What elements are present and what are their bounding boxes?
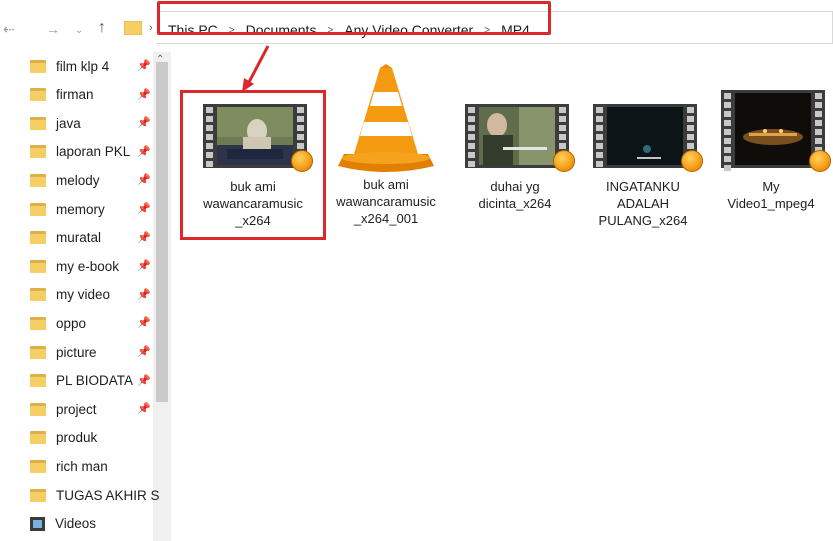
file-name-line: wawancaramusic (336, 194, 436, 209)
sidebar-item-label: my video (56, 287, 111, 303)
breadcrumb-highlight-box (157, 1, 551, 35)
sidebar-item-film-klp-4[interactable]: film klp 4 📌 (30, 52, 170, 80)
sidebar-item-label: project (56, 401, 97, 417)
folder-icon (30, 231, 46, 245)
forward-arrow-icon[interactable]: → (46, 20, 60, 38)
file-highlight-box (180, 90, 326, 240)
folder-icon (30, 202, 46, 216)
file-item-my-video1-mpeg4[interactable]: My Video1_mpeg4 (706, 88, 833, 212)
pin-icon[interactable]: 📌 (137, 316, 151, 329)
sidebar-item-laporan-pkl[interactable]: laporan PKL 📌 (30, 138, 170, 166)
pin-icon[interactable]: 📌 (137, 88, 151, 101)
sidebar-item-java[interactable]: java 📌 (30, 109, 170, 137)
pin-icon[interactable]: 📌 (137, 202, 151, 215)
videos-library-icon (30, 516, 45, 531)
folder-icon (30, 402, 46, 416)
pin-icon[interactable]: 📌 (137, 402, 151, 415)
folder-icon (30, 316, 46, 330)
pin-icon[interactable]: 📌 (137, 231, 151, 244)
sidebar-item-label: java (56, 115, 81, 131)
sidebar-item-my-e-book[interactable]: my e-book 📌 (30, 252, 170, 280)
sidebar-item-muratal[interactable]: muratal 📌 (30, 224, 170, 252)
sidebar-item-melody[interactable]: melody 📌 (30, 166, 170, 194)
pin-icon[interactable]: 📌 (137, 173, 151, 186)
sidebar-item-videos[interactable]: Videos (30, 510, 170, 538)
chevron-right-icon[interactable]: › (149, 22, 153, 34)
sidebar-item-label: melody (56, 172, 100, 188)
file-name-line: buk ami (363, 177, 409, 192)
sidebar-item-project[interactable]: project 📌 (30, 395, 170, 423)
folder-icon (30, 374, 46, 388)
sidebar-item-firman[interactable]: firman 📌 (30, 81, 170, 109)
sidebar-item-produk[interactable]: produk (30, 424, 170, 452)
file-name-line: dicinta_x264 (478, 196, 552, 211)
pin-icon[interactable]: 📌 (137, 59, 151, 72)
back-arrow-icon[interactable]: ⇠ (3, 20, 15, 38)
sidebar-item-label: muratal (56, 230, 102, 246)
file-name-line: duhai yg (490, 179, 540, 194)
file-name-line: PULANG_x264 (598, 213, 688, 228)
vlc-cone-icon (326, 62, 446, 174)
sidebar-item-label: laporan PKL (56, 144, 131, 160)
sidebar-item-label: produk (56, 430, 98, 446)
sidebar-item-label: memory (56, 201, 105, 217)
recent-locations-chevron-icon[interactable]: ⌄ (75, 22, 83, 40)
file-name-line: ADALAH (616, 196, 670, 211)
file-name-line: Video1_mpeg4 (727, 196, 815, 211)
sidebar-item-label: rich man (56, 458, 108, 474)
folder-icon (30, 459, 46, 473)
sidebar-item-label: Videos (55, 516, 97, 532)
file-name-line: _x264_001 (353, 211, 419, 226)
folder-icon (30, 88, 46, 102)
sidebar-item-label: TUGAS AKHIR S (56, 487, 160, 503)
folder-icon (30, 259, 46, 273)
pin-icon[interactable]: 📌 (137, 116, 151, 129)
folder-icon (30, 116, 46, 130)
file-item-buk-ami-x264-001[interactable]: buk ami wawancaramusic _x264_001 (321, 62, 451, 227)
sidebar-item-label: PL BIODATA (56, 373, 134, 389)
sidebar-item-label: picture (56, 344, 97, 360)
sidebar-item-my-video[interactable]: my video 📌 (30, 281, 170, 309)
sidebar-item-label: firman (56, 87, 94, 103)
folder-icon (30, 59, 46, 73)
sidebar-item-memory[interactable]: memory 📌 (30, 195, 170, 223)
file-item-ingatanku-adalah-pulang[interactable]: INGATANKU ADALAH PULANG_x264 (578, 100, 708, 229)
folder-icon (30, 145, 46, 159)
video-thumbnail-icon (713, 88, 831, 172)
pin-icon[interactable]: 📌 (137, 288, 151, 301)
folder-icon (30, 488, 46, 502)
sidebar-item-label: my e-book (56, 258, 120, 274)
video-thumbnail-icon (585, 100, 703, 172)
media-player-badge-icon (553, 150, 575, 172)
folder-icon (30, 173, 46, 187)
pin-icon[interactable]: 📌 (137, 374, 151, 387)
sidebar-item-label: film klp 4 (56, 58, 110, 74)
media-player-badge-icon (681, 150, 703, 172)
sidebar-item-rich-man[interactable]: rich man (30, 452, 170, 480)
file-item-duhai-yg-dicinta[interactable]: duhai yg dicinta_x264 (450, 100, 580, 212)
video-thumbnail-icon (457, 100, 575, 172)
file-name-line: My (762, 179, 780, 194)
file-name-line: INGATANKU (606, 179, 680, 194)
sidebar-item-label: oppo (56, 315, 87, 331)
sidebar-item-picture[interactable]: picture 📌 (30, 338, 170, 366)
navigation-pane: ⌃ film klp 4 📌 firman 📌 java 📌 laporan P… (0, 52, 175, 541)
pin-icon[interactable]: 📌 (137, 145, 151, 158)
address-folder-icon (123, 20, 143, 36)
sidebar-item-oppo[interactable]: oppo 📌 (30, 309, 170, 337)
sidebar-item-pl-biodata[interactable]: PL BIODATA 📌 (30, 367, 170, 395)
media-player-badge-icon (809, 150, 831, 172)
folder-icon (30, 431, 46, 445)
folder-icon (30, 345, 46, 359)
up-arrow-icon[interactable]: ↑ (98, 19, 106, 37)
folder-icon (30, 288, 46, 302)
pin-icon[interactable]: 📌 (137, 259, 151, 272)
sidebar-item-tugas-akhir[interactable]: TUGAS AKHIR S (30, 481, 168, 509)
pin-icon[interactable]: 📌 (137, 345, 151, 358)
